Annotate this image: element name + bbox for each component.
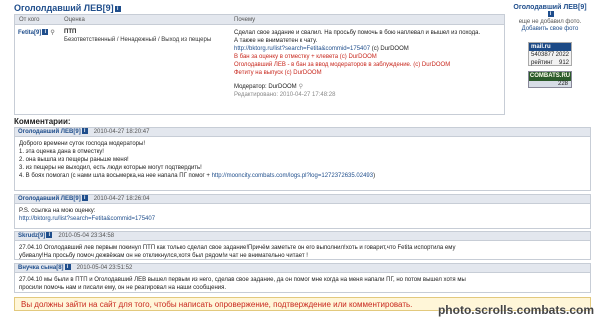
comment-body: 27.04.10 мы были в ПТП и Оголодавший ЛЕВ…: [15, 273, 590, 295]
mailru-counter[interactable]: mail.ru 5403877 2022 рейтинг 912: [528, 42, 572, 66]
comment-author[interactable]: Внучка сына: [18, 265, 56, 271]
log-link[interactable]: http://mooncity.combats.com/logs.pl?log=…: [212, 173, 374, 179]
page-title: Огололдавший ЛЕВ[9] i: [14, 3, 121, 13]
rating-reason: Сделал свое задание и свалил. На просьбу…: [230, 29, 504, 99]
comment-body: P.S. ссылка на мою оценку: http://bktorg…: [15, 204, 590, 226]
side-profile: Оголодавший ЛЕВ[9]i еще не добавил фото.…: [512, 4, 588, 88]
comment: Оголодавший ЛЕВ[9] i 2010-04-27 18:26:04 P…: [14, 194, 591, 229]
comment-line: просили помочь нам и писали ему, он не р…: [19, 285, 227, 291]
comment-header: Оголодавший ЛЕВ[9] i 2010-04-27 18:20:47: [15, 128, 590, 137]
watermark: photo.scrolls.combats.com: [437, 303, 594, 317]
comment-line: 1. эта оценка дана в отместку!: [19, 149, 104, 155]
grade-title: ПТП: [64, 29, 77, 35]
reason-link-suffix: (с) DurDOOM: [370, 46, 409, 52]
comment-time: 2010-04-27 18:26:04: [93, 196, 150, 202]
reason-line: А также не вниматетен к чату.: [234, 38, 318, 44]
comments-title: Комментарии:: [14, 117, 71, 126]
mailru-numbers: 5403877 2022: [531, 52, 569, 58]
rating-table-header: От кого Оценка Почему: [15, 15, 504, 25]
comment: Skrudz[9] i 2010-05-04 23:34:58 27.04.10 О…: [14, 231, 591, 260]
col-who: От кого: [19, 17, 40, 23]
comment-line: Доброго времени суток господа модераторы…: [19, 141, 145, 147]
moderator-note: В бан за оценку в отместку + клевета (с)…: [234, 54, 377, 60]
comment-time: 2010-05-04 23:34:58: [58, 233, 115, 239]
title-name: Огололдавший ЛЕВ: [14, 3, 103, 13]
info-icon[interactable]: i: [64, 264, 71, 271]
comment-header: Skrudz[9] i 2010-05-04 23:34:58: [15, 232, 590, 241]
search-icon[interactable]: ⚲: [299, 83, 303, 91]
add-photo-link[interactable]: Добавить свое фото: [512, 26, 588, 32]
comment-body: 27.04.10 Оголодавший лев первым покинул …: [15, 241, 590, 263]
comment-body: Доброго времени суток господа модераторы…: [15, 137, 590, 183]
comment-header: Оголодавший ЛЕВ[9] i 2010-04-27 18:26:04: [15, 195, 590, 204]
col-grade: Оценка: [64, 17, 85, 23]
comment-line: 27.04.10 мы были в ПТП и Оголодавший ЛЕВ…: [19, 277, 466, 283]
rating-author-link[interactable]: Fetita: [18, 30, 34, 36]
info-icon[interactable]: i: [114, 5, 121, 12]
combats-counter[interactable]: COMBATS.RU 228: [528, 71, 572, 88]
info-icon[interactable]: i: [81, 195, 88, 202]
comment-line: 3. из пещеры не выходил, есть люди котор…: [19, 165, 202, 171]
rating-row: Fetita[9] i ⚲ ПТП Безответственный / Ненад…: [15, 25, 504, 99]
comment-line: P.S. ссылка на мою оценку:: [19, 208, 96, 214]
title-level: [9]: [102, 3, 114, 13]
comment-time: 2010-04-27 18:20:47: [93, 129, 150, 135]
moderator-note: Оголодавший ЛЕВ - в бан за ввод модерато…: [234, 62, 451, 68]
info-icon[interactable]: i: [547, 11, 554, 18]
info-icon[interactable]: i: [46, 232, 53, 239]
moderator-name: Модератор: DurDOOM ⚲: [234, 83, 304, 91]
info-icon[interactable]: i: [42, 29, 49, 36]
grade-description: Безответственный / Ненадежный / Выход из…: [64, 37, 212, 43]
comment: Оголодавший ЛЕВ[9] i 2010-04-27 18:20:47 Д…: [14, 127, 591, 191]
comment-time: 2010-05-04 23:51:52: [76, 265, 133, 271]
info-icon[interactable]: i: [81, 128, 88, 135]
comment-line: http://bktorg.ru/list?search=Fetita&comm…: [19, 215, 586, 223]
comment-line: 2. она вышла из пещеры раньше меня!: [19, 157, 129, 163]
comment: Внучка сына[8] i 2010-05-04 23:51:52 27.04…: [14, 263, 591, 293]
col-why: Почему: [234, 17, 256, 23]
mailru-numbers-2: рейтинг 912: [531, 60, 569, 66]
reason-line: Сделал свое задание и свалил. На просьбу…: [234, 30, 481, 36]
edited-time: Редактировано: 2010-04-27 17:48:28: [234, 92, 336, 98]
moderator-note: Фетиту на выпуск (с) DurDOOM: [234, 70, 322, 76]
reason-link-line: http://bktorg.ru/list?search=Fetita&comm…: [234, 45, 504, 53]
combats-number: 228: [557, 81, 568, 87]
combats-logo: COMBATS.RU: [529, 72, 571, 81]
rating-grade: ПТП Безответственный / Ненадежный / Выхо…: [60, 29, 230, 99]
comment-line: убивалу!На просьбу помоч дежвёжам он не …: [19, 253, 308, 259]
rating-table: От кого Оценка Почему Fetita[9] i ⚲ ПТП Бе…: [14, 14, 505, 115]
comment-line: 27.04.10 Оголодавший лев первым покинул …: [19, 245, 456, 251]
reason-link[interactable]: http://bktorg.ru/list?search=Fetita&comm…: [234, 46, 370, 52]
rating-author-level: [9]: [34, 30, 42, 36]
comment-author[interactable]: Оголодавший ЛЕВ: [18, 196, 73, 202]
comment-header: Внучка сына[8] i 2010-05-04 23:51:52: [15, 264, 590, 273]
comment-author[interactable]: Skrudz: [18, 233, 38, 239]
side-subtitle: еще не добавил фото.: [518, 19, 582, 25]
comment-line: 4. В боях помогал (с нами шла восьмерка,…: [19, 173, 376, 179]
rating-author: Fetita[9] i ⚲: [15, 29, 60, 99]
mailru-logo: mail.ru: [529, 43, 571, 51]
side-title: Оголодавший ЛЕВ[9]i: [513, 4, 587, 18]
rating-link[interactable]: http://bktorg.ru/list?search=Fetita&comm…: [19, 216, 155, 222]
search-icon[interactable]: ⚲: [50, 29, 54, 36]
comment-author[interactable]: Оголодавший ЛЕВ: [18, 129, 73, 135]
